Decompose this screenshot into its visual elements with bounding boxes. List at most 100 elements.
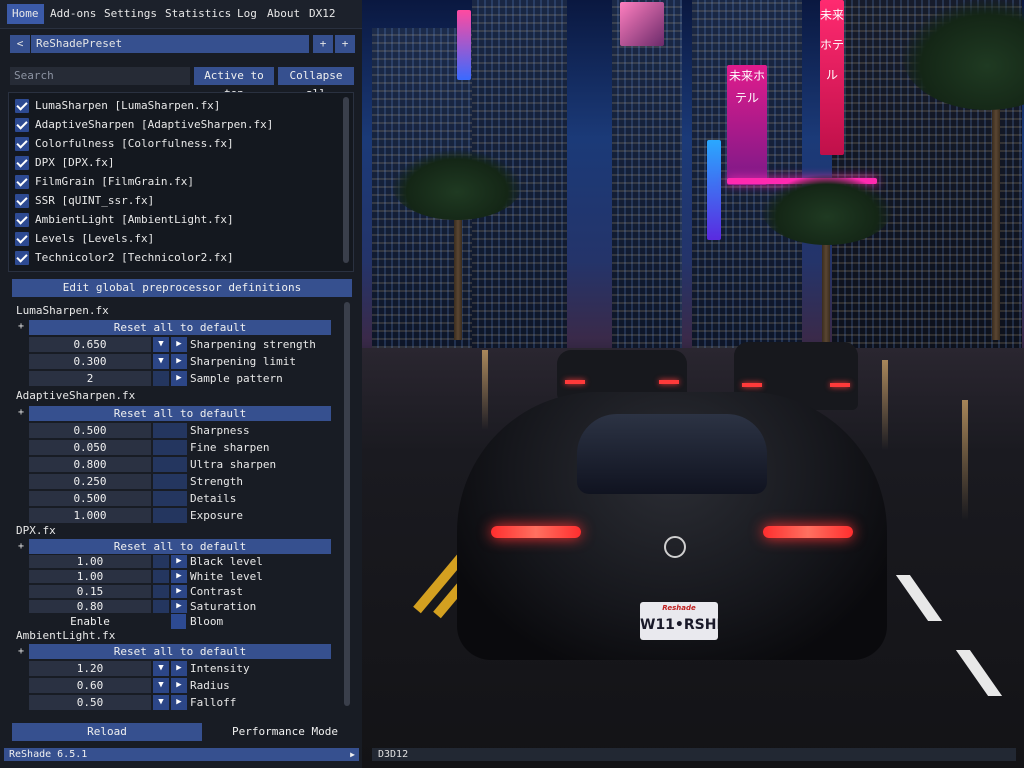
- active-to-top-button[interactable]: Active to top: [194, 67, 274, 100]
- param-value[interactable]: 0.650: [29, 337, 151, 352]
- reset-all-button[interactable]: Reset all to default: [29, 539, 331, 554]
- expand-icon[interactable]: +: [18, 644, 24, 660]
- right-arrow-icon[interactable]: ▶: [171, 555, 187, 568]
- checkbox-checked[interactable]: [15, 213, 29, 227]
- down-arrow-icon[interactable]: ▼: [153, 695, 169, 710]
- param-value[interactable]: 0.60: [29, 678, 151, 693]
- param-value[interactable]: 0.500: [29, 491, 151, 506]
- section-title[interactable]: AmbientLight.fx: [16, 628, 115, 644]
- effect-item[interactable]: AdaptiveSharpen [AdaptiveSharpen.fx]: [15, 117, 335, 133]
- effect-item[interactable]: Colorfulness [Colorfulness.fx]: [15, 136, 335, 152]
- param-value: Enable: [70, 615, 110, 628]
- reload-button[interactable]: Reload: [12, 723, 202, 741]
- tab-about[interactable]: About: [267, 4, 300, 24]
- section-title[interactable]: LumaSharpen.fx: [16, 303, 109, 319]
- checkbox-checked[interactable]: [15, 232, 29, 246]
- effect-item[interactable]: FilmGrain [FilmGrain.fx]: [15, 174, 335, 190]
- right-arrow-icon[interactable]: ▶: [171, 371, 187, 386]
- param-value[interactable]: 0.500: [29, 423, 151, 438]
- effect-item[interactable]: Technicolor2 [Technicolor2.fx]: [15, 250, 335, 266]
- effect-item[interactable]: AmbientLight [AmbientLight.fx]: [15, 212, 335, 228]
- expand-icon[interactable]: +: [18, 405, 24, 421]
- effects-scrollbar[interactable]: [343, 97, 349, 263]
- checkbox-checked[interactable]: [15, 156, 29, 170]
- version-bar[interactable]: ReShade 6.5.1 ▶: [4, 748, 359, 761]
- slider-track[interactable]: [153, 457, 187, 472]
- effect-item[interactable]: DPX [DPX.fx]: [15, 155, 335, 171]
- expand-icon[interactable]: +: [18, 539, 24, 555]
- right-arrow-icon[interactable]: ▶: [171, 354, 187, 369]
- slider-track[interactable]: [153, 423, 187, 438]
- down-arrow-icon[interactable]: ▼: [153, 371, 169, 386]
- slider-track[interactable]: [153, 474, 187, 489]
- param-value[interactable]: 0.250: [29, 474, 151, 489]
- expand-icon[interactable]: +: [18, 319, 24, 335]
- bloom-checkbox[interactable]: [171, 614, 186, 629]
- checkbox-checked[interactable]: [15, 99, 29, 113]
- tab-statistics[interactable]: Statistics: [165, 4, 231, 24]
- section-title[interactable]: AdaptiveSharpen.fx: [16, 388, 135, 404]
- tab-settings[interactable]: Settings: [104, 4, 157, 24]
- checkbox-checked[interactable]: [15, 118, 29, 132]
- down-arrow-icon[interactable]: ▼: [153, 337, 169, 352]
- reset-all-button[interactable]: Reset all to default: [29, 406, 331, 421]
- slider-track[interactable]: [153, 600, 169, 613]
- param-value[interactable]: 0.300: [29, 354, 151, 369]
- slider-track[interactable]: [153, 440, 187, 455]
- param-value[interactable]: 0.050: [29, 440, 151, 455]
- param-label: White level: [190, 570, 263, 583]
- param-value[interactable]: 0.15: [29, 585, 151, 598]
- tab-home[interactable]: Home: [7, 4, 44, 24]
- param-label: Strength: [190, 475, 243, 488]
- add-preset-button-2[interactable]: +: [335, 35, 355, 53]
- right-arrow-icon[interactable]: ▶: [171, 585, 187, 598]
- right-arrow-icon[interactable]: ▶: [171, 661, 187, 676]
- right-arrow-icon[interactable]: ▶: [171, 678, 187, 693]
- checkbox-checked[interactable]: [15, 194, 29, 208]
- param-value[interactable]: 0.50: [29, 695, 151, 710]
- parameters-scrollbar[interactable]: [344, 302, 350, 706]
- param-value[interactable]: 1.00: [29, 570, 151, 583]
- param-value[interactable]: 0.80: [29, 600, 151, 613]
- search-input[interactable]: Search: [10, 67, 190, 85]
- collapse-all-button[interactable]: Collapse all: [278, 67, 354, 100]
- effect-item[interactable]: SSR [qUINT_ssr.fx]: [15, 193, 335, 209]
- checkbox-checked[interactable]: [15, 251, 29, 265]
- tab-add-ons[interactable]: Add-ons: [50, 4, 96, 24]
- slider-track[interactable]: [153, 570, 169, 583]
- param-value[interactable]: 1.20: [29, 661, 151, 676]
- reset-all-button[interactable]: Reset all to default: [29, 320, 331, 335]
- slider-track[interactable]: [153, 555, 169, 568]
- effect-item[interactable]: Levels [Levels.fx]: [15, 231, 335, 247]
- add-preset-button[interactable]: +: [313, 35, 333, 53]
- edit-global-preprocessor-button[interactable]: Edit global preprocessor definitions: [12, 279, 352, 297]
- slider-track[interactable]: [153, 491, 187, 506]
- tab-dx12[interactable]: DX12: [309, 4, 336, 24]
- slider-track[interactable]: [153, 508, 187, 523]
- reset-all-button[interactable]: Reset all to default: [29, 644, 331, 659]
- slider-track[interactable]: [153, 585, 169, 598]
- previous-preset-button[interactable]: <: [10, 35, 30, 53]
- down-arrow-icon[interactable]: ▼: [153, 661, 169, 676]
- param-label: Radius: [190, 679, 230, 692]
- section-title[interactable]: DPX.fx: [16, 523, 56, 539]
- param-value[interactable]: 0.800: [29, 457, 151, 472]
- down-arrow-icon[interactable]: ▼: [153, 354, 169, 369]
- param-value[interactable]: 2: [29, 371, 151, 386]
- effects-list: LumaSharpen [LumaSharpen.fx] AdaptiveSha…: [8, 92, 354, 272]
- param-label: Sharpening limit: [190, 355, 296, 368]
- performance-mode-toggle[interactable]: Performance Mode: [232, 723, 338, 741]
- down-arrow-icon[interactable]: ▼: [153, 678, 169, 693]
- right-arrow-icon[interactable]: ▶: [171, 600, 187, 613]
- checkbox-checked[interactable]: [15, 137, 29, 151]
- preset-name[interactable]: ReShadePreset: [31, 35, 309, 53]
- effect-item[interactable]: LumaSharpen [LumaSharpen.fx]: [15, 98, 335, 114]
- param-value[interactable]: 1.000: [29, 508, 151, 523]
- tab-log[interactable]: Log: [237, 4, 257, 24]
- checkbox-checked[interactable]: [15, 175, 29, 189]
- right-arrow-icon[interactable]: ▶: [171, 695, 187, 710]
- right-arrow-icon[interactable]: ▶: [171, 337, 187, 352]
- right-arrow-icon[interactable]: ▶: [171, 570, 187, 583]
- param-value[interactable]: 1.00: [29, 555, 151, 568]
- sports-car: Reshade W11•RSHD: [457, 392, 887, 660]
